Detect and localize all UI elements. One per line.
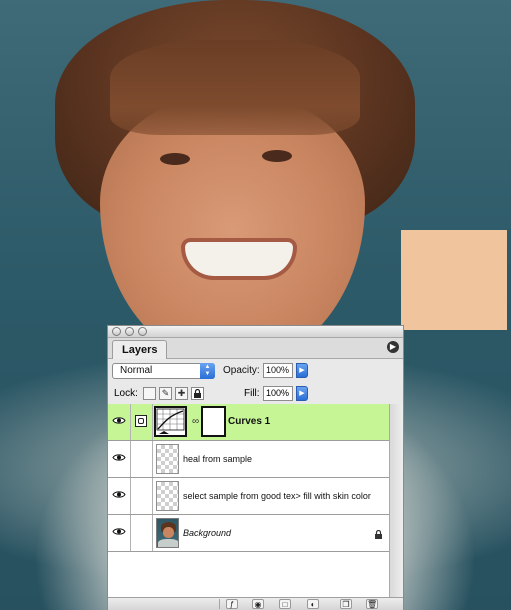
- layer-link-cell[interactable]: [131, 478, 153, 514]
- photo-bangs: [110, 40, 360, 135]
- layer-link-cell[interactable]: [131, 404, 153, 440]
- new-adjustment-layer-icon[interactable]: ◐: [307, 599, 319, 609]
- lock-image-icon[interactable]: ✎: [159, 387, 172, 400]
- layers-list: ∞ Curves 1 heal from sample select sampl…: [108, 404, 389, 599]
- lock-icon: [374, 527, 383, 545]
- fill-arrow-icon[interactable]: ▶: [296, 386, 308, 401]
- layer-row-curves[interactable]: ∞ Curves 1: [108, 404, 389, 441]
- opacity-label: Opacity:: [223, 365, 260, 376]
- layer-style-icon[interactable]: ƒ: [226, 599, 238, 609]
- opacity-arrow-icon[interactable]: ▶: [296, 363, 308, 378]
- chain-link-icon[interactable]: ∞: [192, 416, 199, 427]
- eye-icon[interactable]: [108, 404, 131, 440]
- layer-link-cell[interactable]: [131, 441, 153, 477]
- layer-row-background[interactable]: Background: [108, 515, 389, 552]
- photo-eye-left: [160, 153, 190, 165]
- panel-menu-icon[interactable]: ▶: [387, 341, 399, 353]
- skin-color-swatch: [401, 230, 507, 330]
- eye-icon[interactable]: [108, 441, 131, 477]
- layer-mask-thumbnail[interactable]: [201, 406, 226, 437]
- layer-row-heal[interactable]: heal from sample: [108, 441, 389, 478]
- photo-mouth: [185, 242, 293, 276]
- panel-bottom-bar: ƒ ◉ □ ◐ ❐ 🗑: [108, 597, 403, 610]
- fill-label: Fill:: [244, 388, 260, 399]
- panel-titlebar[interactable]: [108, 326, 403, 338]
- background-thumbnail[interactable]: [156, 518, 179, 548]
- divider: [219, 599, 220, 609]
- layer-name: heal from sample: [183, 454, 253, 464]
- layer-thumbnail[interactable]: [156, 481, 179, 511]
- layer-mask-icon[interactable]: ◉: [252, 599, 264, 609]
- lock-position-icon[interactable]: ✚: [175, 387, 188, 400]
- layers-panel: Layers ▶ Normal ▲ ▼ Opacity: 100% ▶ Lock:…: [107, 325, 404, 610]
- eye-icon[interactable]: [108, 515, 131, 551]
- tab-layers[interactable]: Layers: [112, 340, 168, 359]
- adjustment-layer-icon: [135, 415, 147, 427]
- trash-icon[interactable]: 🗑: [366, 599, 378, 609]
- minimize-icon[interactable]: [125, 327, 134, 336]
- curves-thumbnail[interactable]: [154, 406, 187, 437]
- layer-thumbnail[interactable]: [156, 444, 179, 474]
- layer-name: Background: [183, 528, 232, 538]
- lock-fill-row: Lock: ✎ ✚ Fill: 100% ▶: [108, 383, 403, 406]
- lock-label: Lock:: [114, 388, 138, 399]
- panel-tab-row: Layers ▶: [108, 338, 403, 359]
- opacity-input[interactable]: 100%: [263, 363, 293, 378]
- blend-mode-select[interactable]: Normal ▲ ▼: [112, 363, 215, 379]
- close-icon[interactable]: [112, 327, 121, 336]
- layer-link-cell[interactable]: [131, 515, 153, 551]
- layer-name: Curves 1: [228, 416, 271, 427]
- layer-name: select sample from good tex> fill with s…: [183, 491, 371, 501]
- fill-input[interactable]: 100%: [263, 386, 293, 401]
- layer-row-sample[interactable]: select sample from good tex> fill with s…: [108, 478, 389, 515]
- eye-icon[interactable]: [108, 478, 131, 514]
- blend-mode-value: Normal: [120, 365, 153, 376]
- blend-arrows-icon[interactable]: ▲ ▼: [200, 363, 215, 379]
- zoom-icon[interactable]: [138, 327, 147, 336]
- photo-eye-right: [262, 150, 292, 162]
- new-group-icon[interactable]: □: [279, 599, 291, 609]
- lock-transparent-icon[interactable]: [143, 387, 156, 400]
- layers-scrollbar[interactable]: [389, 404, 403, 599]
- lock-all-icon[interactable]: [191, 387, 204, 400]
- blend-opacity-row: Normal ▲ ▼ Opacity: 100% ▶: [108, 359, 403, 383]
- new-layer-icon[interactable]: ❐: [340, 599, 352, 609]
